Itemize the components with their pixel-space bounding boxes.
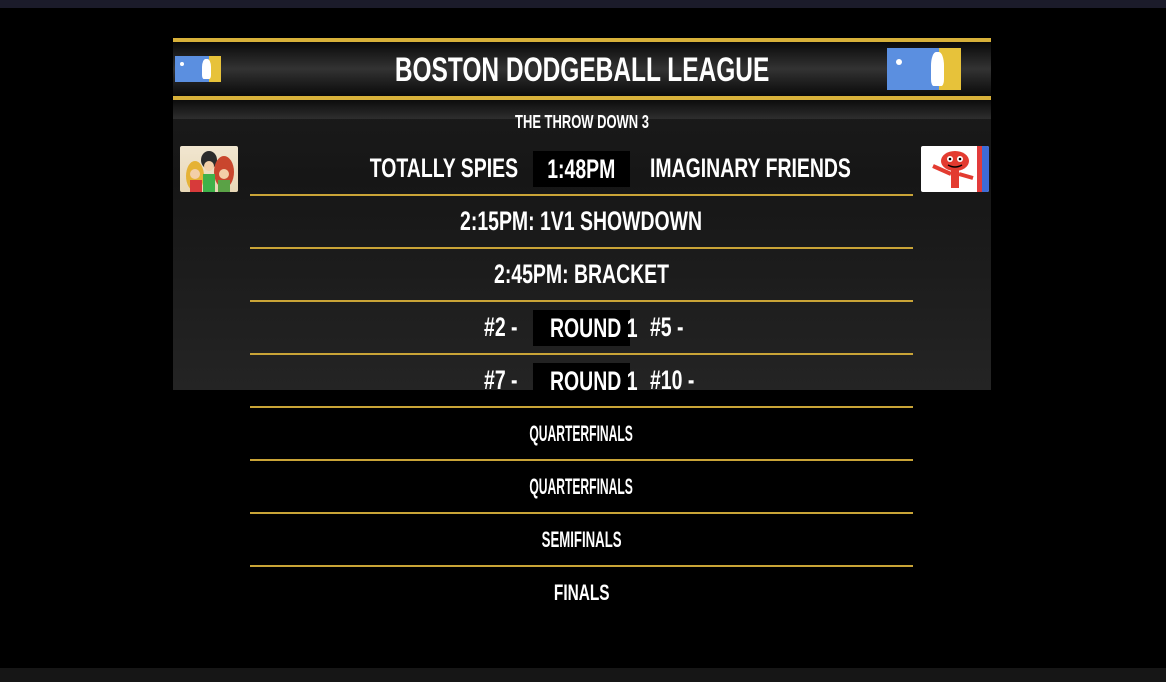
stage-row: QUARTERFINALS [250, 461, 913, 514]
top-bar [0, 0, 1166, 8]
team-a-image [180, 146, 238, 192]
bracket-seed-left: #2 - [484, 312, 518, 342]
bracket-round: ROUND 1 [533, 310, 638, 346]
stage-row: FINALS [250, 567, 913, 620]
page-title: BOSTON DODGEBALL LEAGUE [394, 51, 770, 89]
event-subtitle: THE THROW DOWN 3 [515, 112, 649, 132]
stage-row: QUARTERFINALS [250, 408, 913, 461]
schedule-row: 2:45PM: BRACKET [250, 249, 913, 302]
stage-row: SEMIFINALS [250, 514, 913, 567]
team-b-image [921, 146, 989, 192]
bracket-seed-right: #10 - [650, 365, 695, 395]
bracket-row: #7 - ROUND 1 #10 - [250, 355, 913, 408]
team-a-name: TOTALLY SPIES [369, 153, 518, 183]
stage-label: QUARTERFINALS [529, 474, 634, 499]
match-time: 1:48PM [533, 151, 630, 187]
schedule-row: 2:15PM: 1V1 SHOWDOWN [250, 196, 913, 249]
stage-label: QUARTERFINALS [529, 421, 634, 446]
bracket-seed-left: #7 - [484, 365, 518, 395]
stage-label: SEMIFINALS [541, 527, 622, 552]
current-match-row: TOTALLY SPIES 1:48PM IMAGINARY FRIENDS [250, 143, 913, 196]
bracket-row: #2 - ROUND 1 #5 - [250, 302, 913, 355]
schedule-label: 2:45PM: BRACKET [494, 259, 669, 289]
bracket-round: ROUND 1 [533, 363, 638, 399]
team-b-name: IMAGINARY FRIENDS [650, 153, 851, 183]
bracket-seed-right: #5 - [650, 312, 684, 342]
bottom-bar [0, 668, 1166, 682]
schedule-label: 2:15PM: 1V1 SHOWDOWN [460, 206, 703, 236]
stage-label: FINALS [553, 580, 610, 605]
